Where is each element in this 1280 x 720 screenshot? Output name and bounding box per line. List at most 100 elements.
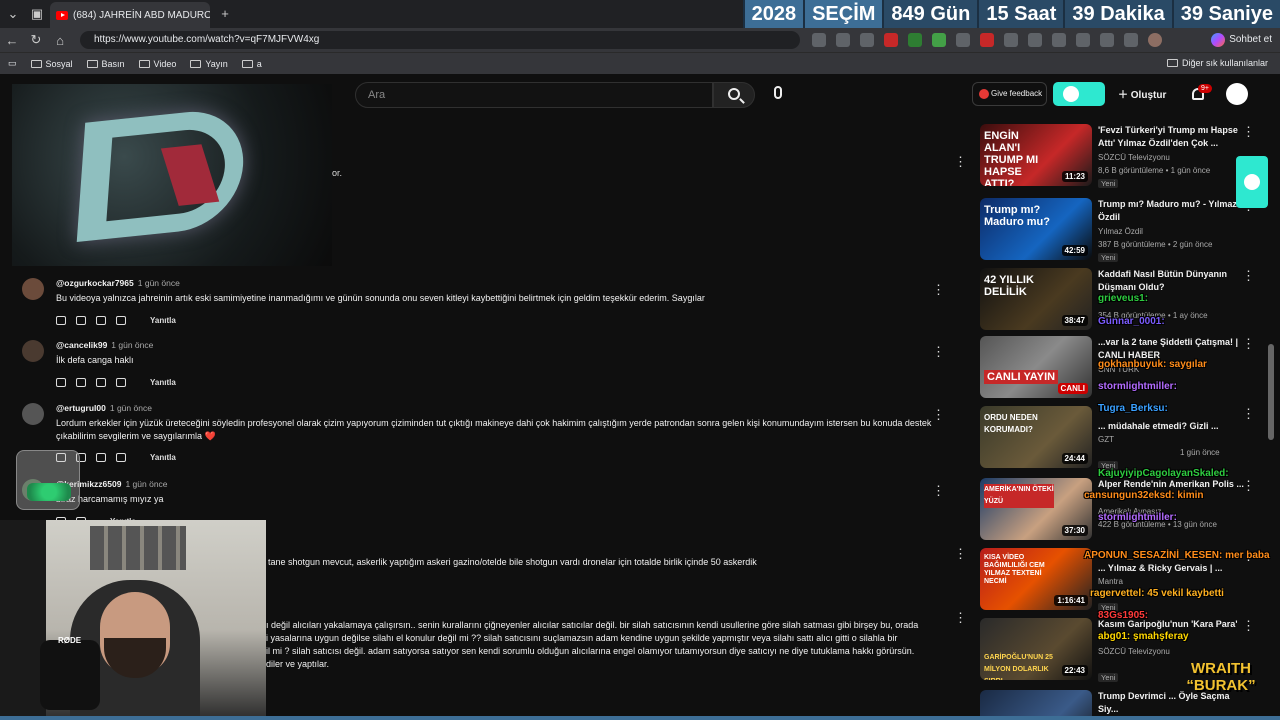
video-menu-icon[interactable]: ⋮ [1242,407,1255,420]
video-thumbnail[interactable]: AMERİKA'NIN ÖTEKİ YÜZÜ 37:30 [980,478,1092,540]
bookmark-folder-a[interactable]: a [241,59,262,69]
video-menu-icon[interactable]: ⋮ [1242,619,1255,632]
scrollbar-thumb[interactable] [1268,344,1274,440]
back-icon[interactable]: ← [0,33,24,48]
stats-icon[interactable] [96,453,106,462]
microphone-icon[interactable] [774,86,782,99]
chart-icon[interactable] [116,378,126,387]
related-video-item[interactable]: ORDU NEDEN KORUMADI? 24:44 ... müdahale e… [980,406,1270,472]
video-thumbnail[interactable]: KISA VİDEO BAĞIMLILIĞI CEM YILMAZ TEXTEN… [980,548,1092,610]
mini-video-player[interactable] [12,84,332,266]
workspaces-icon[interactable]: ▣ [28,5,46,23]
comment-time[interactable]: 1 gün önce [125,479,167,489]
extension-icon[interactable] [884,33,898,47]
extension-icon[interactable] [1028,33,1042,47]
bookmark-folder-sosyal[interactable]: Sosyal [30,59,73,69]
extension-icon[interactable] [980,33,994,47]
extension-icon[interactable] [836,33,850,47]
reload-icon[interactable]: ↻ [24,32,48,48]
account-avatar[interactable] [1226,83,1248,105]
profile-avatar-icon[interactable] [1148,33,1162,47]
like-icon[interactable] [56,316,66,325]
home-icon[interactable]: ⌂ [48,33,72,48]
comment-menu-icon[interactable]: ⋮ [954,547,967,560]
extension-icon[interactable] [1124,33,1138,47]
extension-icon[interactable] [956,33,970,47]
video-title[interactable]: Kaddafi Nasıl Bütün Dünyanın Düşmanı Old… [1098,268,1246,294]
video-thumbnail[interactable]: ORDU NEDEN KORUMADI? 24:44 [980,406,1092,468]
extension-icon[interactable] [908,33,922,47]
video-title[interactable]: Trump mı? Maduro mu? - Yılmaz Özdil [1098,198,1246,224]
comment-menu-icon[interactable]: ⋮ [932,345,945,358]
extension-toggle-button[interactable] [1053,82,1105,106]
video-title[interactable]: ... müdahale etmedi? Gizli ... [1098,420,1246,433]
channel-name[interactable]: GZT [1098,434,1114,446]
video-title[interactable]: ... Yılmaz & Ricky Gervais | ... [1098,562,1246,575]
comment-author[interactable]: @ozgurkockar7965 [56,278,134,288]
comment-menu-icon[interactable]: ⋮ [932,408,945,421]
video-title[interactable]: 'Fevzi Türkeri'yi Trump mı Hapse Attı' Y… [1098,124,1246,150]
video-thumbnail[interactable]: GARİPOĞLU'NUN 25 MİLYON DOLARLIK SIRRI22… [980,618,1092,680]
commenter-avatar[interactable] [22,340,44,362]
like-icon[interactable] [56,378,66,387]
comment-menu-icon[interactable]: ⋮ [954,611,967,624]
video-thumbnail[interactable]: Trump mı? Maduro mu? 42:59 [980,198,1092,260]
chart-icon[interactable] [116,453,126,462]
bookmark-folder-yayin[interactable]: Yayın [190,59,228,69]
chart-icon[interactable] [116,316,126,325]
extension-icon[interactable] [860,33,874,47]
reply-button[interactable]: Yanıtla [150,316,176,325]
tab-actions-icon[interactable]: ⌄ [4,5,22,23]
extension-icon[interactable] [932,33,946,47]
give-feedback-button[interactable]: Give feedback [972,82,1047,106]
video-menu-icon[interactable]: ⋮ [1242,337,1255,350]
new-tab-button[interactable]: + [216,5,234,23]
commenter-avatar[interactable] [22,278,44,300]
channel-name[interactable]: SÖZCÜ Televizyonu [1098,646,1170,658]
sidebar-toggle-icon[interactable]: ▭ [8,58,17,69]
related-video-item[interactable]: Trump mı? Maduro mu? 42:59 Trump mı? Madu… [980,198,1270,264]
extension-icon[interactable] [1004,33,1018,47]
reply-button[interactable]: Yanıtla [150,453,176,462]
copilot-chat-button[interactable]: Sohbet et [1209,31,1272,49]
channel-name[interactable]: Yılmaz Özdil [1098,226,1143,238]
related-video-item[interactable]: AMERİKA'NIN ÖTEKİ YÜZÜ 37:30 Alper Rende'… [980,478,1270,544]
reply-button[interactable]: Yanıtla [150,378,176,387]
comment-menu-icon[interactable]: ⋮ [932,484,945,497]
active-tab[interactable]: (684) JAHREİN ABD MADURO OPE ✕ [50,2,210,28]
commenter-avatar[interactable] [22,403,44,425]
related-video-item[interactable]: ENGİN ALAN'I TRUMP MI HAPSE ATTI? 11:23 '… [980,124,1270,190]
election-countdown: 2028 SEÇİM 849 Gün 15 Saat 39 Dakika 39 … [742,0,1280,28]
bookmark-folder-video[interactable]: Video [138,59,176,69]
comment-menu-icon[interactable]: ⋮ [932,283,945,296]
search-input[interactable]: Ara [355,82,713,108]
extension-side-panel[interactable] [1236,156,1268,208]
video-thumbnail[interactable]: ENGİN ALAN'I TRUMP MI HAPSE ATTI? 11:23 [980,124,1092,186]
comment-author[interactable]: @ertugrul00 [56,403,106,413]
video-thumbnail[interactable]: 42 YILLIK DELİLİK 38:47 [980,268,1092,330]
bookmark-folder-basin[interactable]: Basın [86,59,125,69]
channel-name[interactable]: Mantra [1098,576,1123,588]
video-menu-icon[interactable]: ⋮ [1242,269,1255,282]
extension-icon[interactable] [1052,33,1066,47]
search-button[interactable] [713,82,755,108]
extension-icon[interactable] [1076,33,1090,47]
more-actions-icon[interactable]: ⋮ [954,155,967,168]
comment-time[interactable]: 1 gün önce [138,278,180,288]
stats-icon[interactable] [96,316,106,325]
channel-name[interactable]: SÖZCÜ Televizyonu [1098,152,1170,164]
extension-icon[interactable] [1100,33,1114,47]
create-button[interactable]: ＋ Oluştur [1118,86,1166,101]
other-bookmarks[interactable]: Diğer sık kullanılanlar [1166,58,1268,68]
stats-icon[interactable] [96,378,106,387]
video-menu-icon[interactable]: ⋮ [1242,479,1255,492]
comment-time[interactable]: 1 gün önce [111,340,153,350]
comment-time[interactable]: 1 gün önce [110,403,152,413]
comment-author[interactable]: @cancelik99 [56,340,107,350]
url-field[interactable]: https://www.youtube.com/watch?v=qF7MJFVW… [80,31,800,49]
dislike-icon[interactable] [76,378,86,387]
extension-icon[interactable] [812,33,826,47]
video-thumbnail[interactable]: CANLI YAYIN CANLI [980,336,1092,398]
video-menu-icon[interactable]: ⋮ [1242,125,1255,138]
dislike-icon[interactable] [76,316,86,325]
